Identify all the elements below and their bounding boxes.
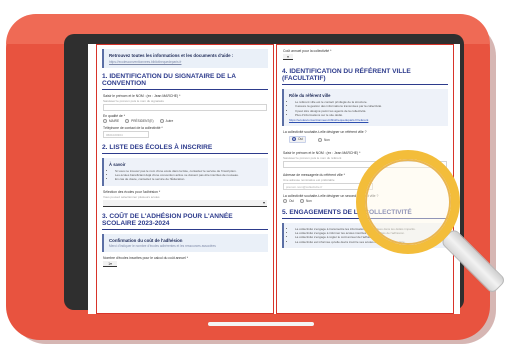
role-label: En qualité de * bbox=[103, 113, 126, 118]
radio-checked-icon bbox=[292, 137, 296, 142]
section-heading-referent: 4. IDENTIFICATION DU RÉFÉRENT VILLE (FAC… bbox=[282, 68, 411, 82]
annual-cost-select[interactable]: ▾ bbox=[283, 54, 293, 60]
option-label: Oui bbox=[289, 198, 294, 203]
magnifier-glass bbox=[365, 159, 451, 245]
section-heading-signatory: 1. IDENTIFICATION DU SIGNATAIRE DE LA CO… bbox=[102, 72, 236, 87]
school-count-label: Nombre d'écoles inscrites pour le calcul… bbox=[103, 256, 189, 261]
schools-select[interactable]: ▾ bbox=[103, 199, 267, 207]
role-option-label: Autre bbox=[165, 118, 174, 123]
cost-box-sub: Merci d'indiquer le nombre d'écoles adhé… bbox=[109, 244, 216, 249]
signatory-name-hint: Saisissez le prénom puis le nom du signa… bbox=[103, 98, 165, 103]
radio-icon bbox=[283, 198, 287, 203]
section-divider bbox=[102, 228, 268, 230]
referent-no-option[interactable]: Non bbox=[317, 138, 330, 143]
referent-info-box: Rôle du référent ville Le référent ville… bbox=[282, 89, 448, 126]
role-option-label: MAIRE bbox=[109, 118, 120, 123]
home-bar bbox=[208, 322, 314, 326]
school-count-select[interactable]: 1 ▾ bbox=[103, 261, 117, 268]
annual-cost-label: Coût annuel pour la collectivité * bbox=[283, 49, 332, 53]
magnifier-graphic bbox=[356, 150, 521, 358]
schools-select-label: Sélection des écoles pour l'adhésion * bbox=[103, 189, 161, 194]
referent-box-title: Rôle du référent ville bbox=[289, 93, 331, 98]
section-divider bbox=[102, 88, 268, 90]
option-label: Oui bbox=[298, 137, 303, 142]
radio-icon bbox=[317, 138, 322, 143]
help-box-title: Retrouvez toutes les informations et les… bbox=[109, 53, 234, 58]
schools-select-hint: Vous pouvez sélectionner plusieurs école… bbox=[103, 194, 160, 199]
promo-illustration: Retrouvez toutes les informations et les… bbox=[0, 0, 521, 358]
role-option-autre[interactable]: Autre bbox=[159, 118, 174, 123]
help-box: Retrouvez toutes les informations et les… bbox=[102, 49, 268, 68]
referent-radio-group: Oui Non bbox=[283, 135, 447, 146]
cost-box-title: Confirmation du coût de l'adhésion bbox=[109, 237, 183, 243]
chevron-down-icon: ▾ bbox=[262, 200, 265, 206]
second-referent-no[interactable]: Non bbox=[299, 198, 312, 203]
option-label: Non bbox=[305, 198, 312, 203]
signatory-name-label: Saisir le prénom et le NOM : (ex : Jean … bbox=[103, 93, 181, 98]
option-label: Non bbox=[323, 138, 330, 143]
role-option-label: PRÉSIDENT(E) bbox=[131, 118, 154, 123]
section-heading-cost: 3. COÛT DE L'ADHÉSION POUR L'ANNÉE SCOLA… bbox=[102, 212, 233, 227]
info-item: En cas de doute, contactez le service de… bbox=[115, 177, 263, 181]
magnifier-handle bbox=[440, 227, 507, 295]
phone-input[interactable]: 0601020304 bbox=[103, 130, 149, 138]
section-heading-schools: 2. LISTE DES ÉCOLES À INSCRIRE bbox=[102, 143, 213, 151]
referent-yes-option[interactable]: Oui bbox=[289, 135, 306, 143]
second-referent-yes[interactable]: Oui bbox=[283, 198, 294, 203]
section-divider bbox=[282, 84, 448, 85]
phone-label: Téléphone de contact de la collectivité … bbox=[103, 125, 163, 130]
signatory-name-input[interactable] bbox=[103, 103, 267, 111]
radio-icon bbox=[159, 118, 164, 123]
radio-icon bbox=[125, 118, 130, 123]
chevron-down-icon: ▾ bbox=[287, 54, 289, 59]
role-option-maire[interactable]: MAIRE bbox=[103, 118, 120, 123]
help-link[interactable]: https://ecolesconventionnees.bibliothequ… bbox=[109, 60, 263, 64]
referent-question-label: La collectivité souhaite-t-elle désigner… bbox=[283, 129, 367, 134]
chevron-down-icon: ▾ bbox=[110, 261, 112, 266]
referent-link[interactable]: https://ecolesconventionnees.bibliothequ… bbox=[289, 118, 443, 122]
cost-confirmation-box: Confirmation du coût de l'adhésion Merci… bbox=[102, 233, 268, 253]
info-title: À savoir bbox=[109, 161, 126, 167]
role-radio-group: MAIRE PRÉSIDENT(E) Autre bbox=[103, 118, 267, 123]
schools-info-box: À savoir Si vous ne trouvez pas le nom d… bbox=[102, 157, 268, 186]
radio-icon bbox=[103, 118, 107, 123]
form-page-left: Retrouvez toutes les informations et les… bbox=[96, 44, 274, 314]
radio-icon bbox=[299, 198, 304, 203]
role-option-president[interactable]: PRÉSIDENT(E) bbox=[125, 118, 154, 123]
section-divider bbox=[102, 152, 268, 154]
